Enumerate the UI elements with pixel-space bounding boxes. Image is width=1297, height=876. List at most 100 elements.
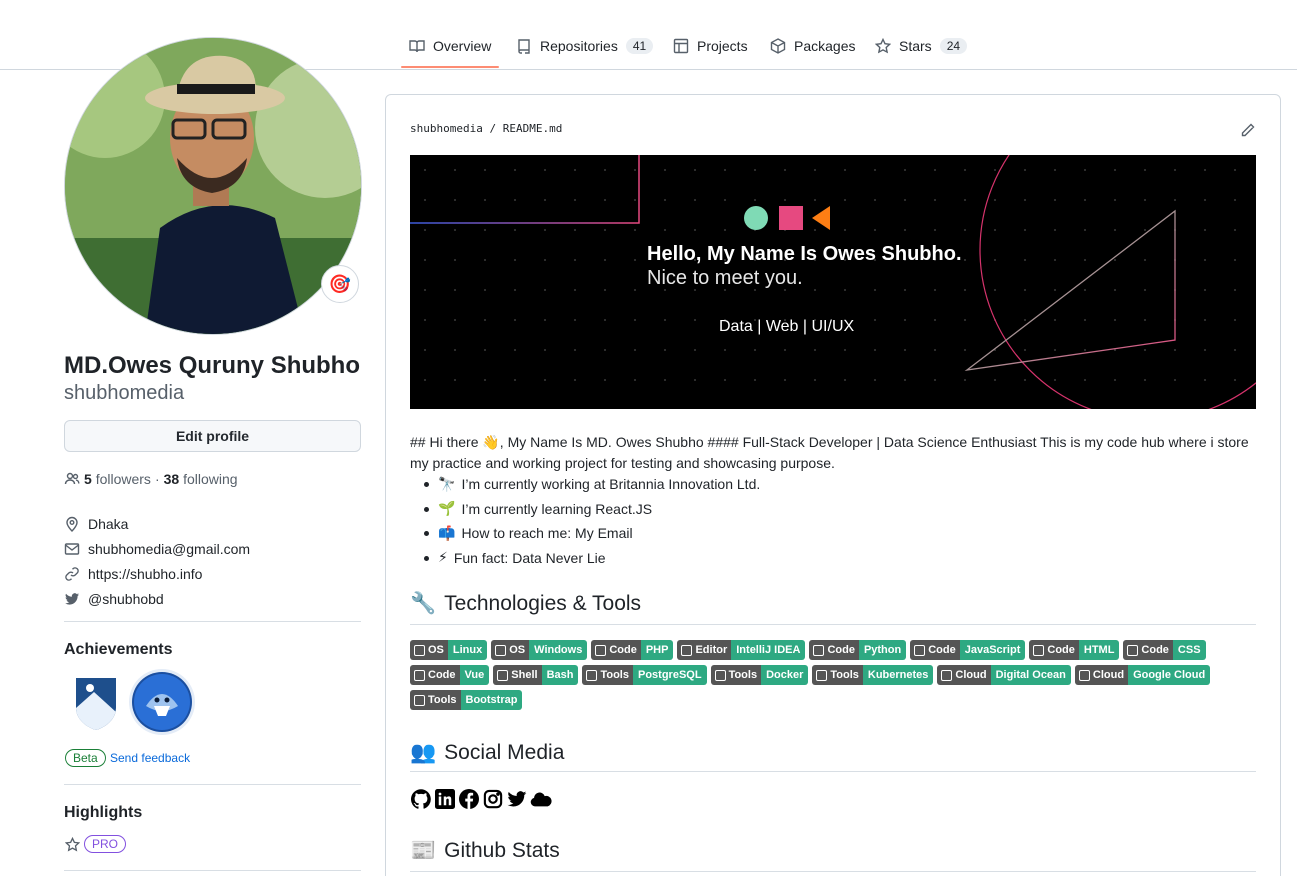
package-icon	[770, 38, 786, 54]
profile-full-name: MD.Owes Quruny Shubho	[64, 352, 361, 379]
badge-value: Kubernetes	[862, 665, 934, 685]
quickdraw-badge[interactable]	[132, 672, 192, 732]
twitter-item[interactable]: @shubhobd	[64, 586, 250, 611]
arctic-vault-icon	[76, 678, 116, 730]
edit-profile-button[interactable]: Edit profile	[64, 420, 361, 452]
badge-windows[interactable]: OS Windows	[491, 640, 588, 660]
badge-value: Google Cloud	[1128, 665, 1211, 685]
badge-label: Tools	[600, 669, 629, 681]
wrench-icon: 🔧	[410, 592, 437, 615]
repositories-count: 41	[625, 38, 654, 54]
badge-vue[interactable]: Code Vue	[410, 665, 490, 685]
linkedin-icon[interactable]	[434, 788, 456, 810]
set-status-button[interactable]: 🎯	[321, 265, 359, 303]
badge-digital-ocean[interactable]: Cloud Digital Ocean	[937, 665, 1071, 685]
badge-php[interactable]: Code PHP	[591, 640, 674, 660]
cloud-icon[interactable]	[530, 788, 552, 810]
website-link[interactable]: https://shubho.info	[88, 566, 202, 582]
tab-label: Repositories	[540, 38, 618, 54]
mail-icon	[64, 542, 80, 555]
badge-label: OS	[509, 644, 526, 656]
twitter-handle[interactable]: @shubhobd	[88, 591, 164, 607]
html5-icon	[1033, 644, 1045, 656]
badge-linux[interactable]: OS Linux	[410, 640, 488, 660]
social-links	[410, 788, 552, 810]
banner-graphics	[410, 155, 1256, 409]
tab-stars[interactable]: Stars 24	[875, 34, 968, 58]
badge-css[interactable]: Code CSS	[1123, 640, 1206, 660]
follow-stats: 5 followers · 38 following	[64, 471, 238, 487]
badge-intellij[interactable]: Editor IntelliJ IDEA	[677, 640, 806, 660]
heading-divider	[410, 771, 1256, 772]
badge-postgresql[interactable]: Tools PostgreSQL	[582, 665, 707, 685]
facebook-icon[interactable]	[458, 788, 480, 810]
list-item-text: I’m currently learning React.JS	[461, 500, 653, 517]
readme-path[interactable]: shubhomedia / README.md	[410, 122, 562, 135]
banner-hello-text: Hello, My Name Is Owes Shubho.	[647, 243, 962, 265]
badge-bash[interactable]: Shell Bash	[493, 665, 579, 685]
badge-bootstrap[interactable]: Tools Bootstrap	[410, 690, 523, 710]
mailbox-icon: 📫	[438, 524, 456, 541]
docker-icon	[714, 669, 726, 681]
tab-label: Projects	[697, 38, 748, 54]
badge-value: CSS	[1172, 640, 1206, 660]
tab-repositories[interactable]: Repositories 41	[516, 34, 654, 58]
badge-value: IntelliJ IDEA	[731, 640, 806, 660]
badge-python[interactable]: Code Python	[809, 640, 907, 660]
star-icon	[875, 38, 891, 54]
postgresql-icon	[586, 669, 598, 681]
sidebar-divider	[64, 621, 361, 622]
followers-link[interactable]: 5 followers	[84, 471, 151, 487]
badge-javascript[interactable]: Code JavaScript	[910, 640, 1026, 660]
badge-label: Cloud	[955, 669, 987, 681]
instagram-icon[interactable]	[482, 788, 504, 810]
badge-google-cloud[interactable]: Cloud Google Cloud	[1074, 665, 1211, 685]
banner-subtitle: Nice to meet you.	[647, 267, 803, 289]
link-icon	[65, 566, 79, 581]
github-icon[interactable]	[410, 788, 432, 810]
newspaper-icon: 📰	[410, 839, 437, 862]
location-text: Dhaka	[88, 515, 129, 532]
twitter-icon[interactable]	[506, 788, 528, 810]
badge-docker[interactable]: Tools Docker	[710, 665, 809, 685]
badge-value: Digital Ocean	[990, 665, 1071, 685]
edit-readme-pencil-icon[interactable]	[1240, 122, 1256, 138]
javascript-icon	[914, 644, 926, 656]
avatar[interactable]	[64, 37, 362, 335]
badge-label: Tools	[428, 694, 457, 706]
people-icon	[64, 472, 80, 485]
email-link[interactable]: shubhomedia@gmail.com	[88, 541, 250, 557]
following-link[interactable]: 38 following	[164, 471, 238, 487]
digital-ocean-icon	[941, 669, 953, 681]
website-item[interactable]: https://shubho.info	[64, 561, 250, 586]
badge-value: PHP	[640, 640, 674, 660]
email-item[interactable]: shubhomedia@gmail.com	[64, 536, 250, 561]
sidebar-divider	[64, 870, 361, 871]
kubernetes-icon	[816, 669, 828, 681]
active-tab-indicator	[401, 66, 499, 68]
telescope-icon: 🔭	[438, 475, 456, 492]
list-item-text: How to reach me: My Email	[461, 525, 633, 542]
shark-icon	[134, 674, 190, 730]
twitter-icon	[65, 592, 79, 605]
badge-kubernetes[interactable]: Tools Kubernetes	[812, 665, 934, 685]
technologies-heading: 🔧 Technologies & Tools	[410, 592, 641, 616]
badge-html[interactable]: Code HTML	[1029, 640, 1120, 660]
send-feedback-link[interactable]: Send feedback	[110, 751, 190, 765]
tab-projects[interactable]: Projects	[673, 34, 748, 58]
bootstrap-icon	[414, 694, 425, 706]
banner-tags: Data | Web | UI/UX	[719, 318, 855, 335]
css3-icon	[1127, 644, 1139, 656]
readme-banner: Hello, My Name Is Owes Shubho. Nice to m…	[410, 155, 1256, 409]
tab-overview[interactable]: Overview	[409, 34, 491, 58]
profile-details: Dhaka shubhomedia@gmail.com https://shub…	[64, 511, 250, 611]
badge-value: PostgreSQL	[632, 665, 707, 685]
star-icon	[65, 837, 80, 852]
tab-packages[interactable]: Packages	[770, 34, 855, 58]
arctic-code-vault-badge[interactable]	[66, 672, 126, 732]
book-icon	[409, 40, 425, 53]
location-item: Dhaka	[64, 511, 250, 536]
php-icon	[595, 644, 607, 656]
badge-value: Docker	[761, 665, 809, 685]
readme-bullet-list: 🔭 I’m currently working at Britannia Inn…	[423, 472, 760, 570]
